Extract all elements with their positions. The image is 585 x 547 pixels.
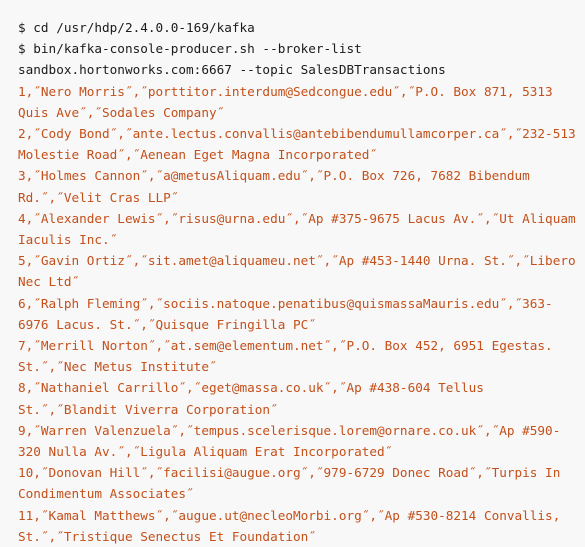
output-line: 11,˝Kamal Matthews˝,˝augue.ut@necleoMorb…	[18, 507, 568, 544]
output-line: 1,˝Nero Morris˝,˝porttitor.interdum@Sedc…	[18, 83, 561, 120]
terminal-window[interactable]: $ cd /usr/hdp/2.4.0.0-169/kafka $ bin/ka…	[0, 0, 585, 544]
command-block: $ cd /usr/hdp/2.4.0.0-169/kafka $ bin/ka…	[0, 0, 585, 81]
command-line: $ bin/kafka-console-producer.sh --broker…	[18, 41, 446, 78]
output-line: 4,˝Alexander Lewis˝,˝risus@urna.edu˝,˝Ap…	[18, 210, 584, 248]
output-line: 6,˝Ralph Fleming˝,˝sociis.natoque.penati…	[18, 295, 553, 332]
output-line: 8,˝Nathaniel Carrillo˝,˝eget@massa.co.uk…	[18, 380, 492, 417]
output-line: 7,˝Merrill Norton˝,˝at.sem@elementum.net…	[18, 338, 561, 375]
command-line: $ cd /usr/hdp/2.4.0.0-169/kafka	[18, 20, 255, 35]
output-line: 3,˝Holmes Cannon˝,˝a@metusAliquam.edu˝,˝…	[18, 168, 538, 205]
output-line: 9,˝Warren Valenzuela˝,˝tempus.scelerisqu…	[18, 422, 561, 460]
output-block: 1,˝Nero Morris˝,˝porttitor.interdum@Sedc…	[0, 81, 585, 547]
output-line: 2,˝Cody Bond˝,˝ante.lectus.convallis@ant…	[18, 126, 584, 163]
output-line: 5,˝Gavin Ortiz˝,˝sit.amet@aliquameu.net˝…	[18, 253, 584, 290]
output-line: 10,˝Donovan Hill˝,˝facilisi@augue.org˝,˝…	[18, 465, 568, 502]
